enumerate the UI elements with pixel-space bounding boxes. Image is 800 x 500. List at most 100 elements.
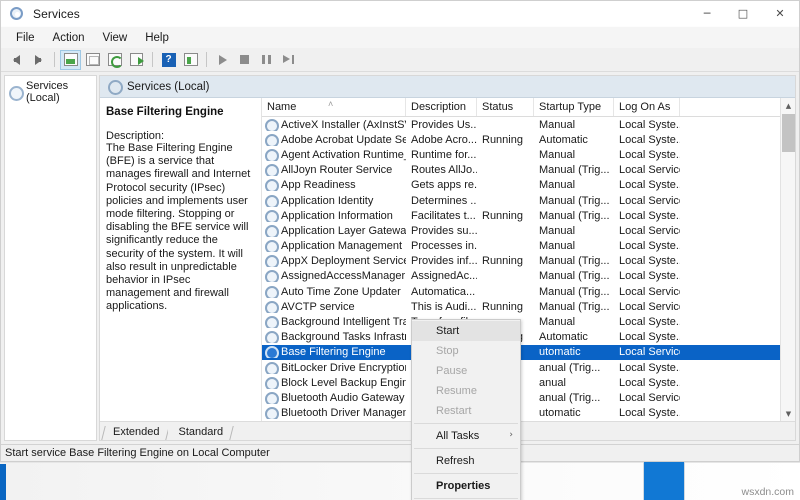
services-header-icon	[108, 80, 121, 93]
table-row[interactable]: Bluetooth Audio Gateway S...Seanual (Tri…	[262, 390, 795, 405]
context-menu-item-refresh[interactable]: Refresh	[412, 451, 520, 471]
table-row[interactable]: AVCTP serviceThis is Audi...RunningManua…	[262, 299, 795, 314]
properties-icon[interactable]	[82, 50, 103, 70]
window-body: Services (Local) Services (Local) Base F…	[1, 72, 799, 444]
menu-action[interactable]: Action	[44, 30, 94, 46]
status-bar-text: Start service Base Filtering Engine on L…	[5, 447, 270, 459]
cell-startup-type: Manual (Trig...	[534, 210, 614, 222]
service-name-label: Application Information	[281, 210, 393, 222]
taskbar-accent-bar	[0, 464, 6, 500]
tab-standard[interactable]: Standard	[168, 424, 232, 440]
cell-startup-type: utomatic	[534, 346, 614, 358]
maximize-button[interactable]: □	[725, 1, 761, 27]
table-row[interactable]: Application Layer Gateway ...Provides su…	[262, 223, 795, 238]
cell-log-on-as: Local Syste...	[614, 255, 680, 267]
context-menu-item-properties[interactable]: Properties	[412, 476, 520, 496]
watermark-text: wsxdn.com	[741, 486, 794, 498]
tab-extended[interactable]: Extended	[103, 424, 168, 440]
table-row[interactable]: App ReadinessGets apps re...ManualLocal …	[262, 178, 795, 193]
cell-log-on-as: Local Service	[614, 301, 680, 313]
table-row[interactable]: AssignedAccessManager Se...AssignedAc...…	[262, 269, 795, 284]
cell-name: Application Identity	[262, 195, 406, 207]
forward-arrow-icon[interactable]	[28, 50, 49, 70]
taskbar-active-tile[interactable]	[643, 462, 685, 500]
cell-name: Application Layer Gateway ...	[262, 225, 406, 237]
column-header-description[interactable]: Description	[406, 98, 477, 116]
table-row[interactable]: Application IdentityDetermines ... Manual…	[262, 193, 795, 208]
cell-startup-type: Manual (Trig...	[534, 255, 614, 267]
export-list-icon[interactable]	[126, 50, 147, 70]
submenu-chevron-icon: ›	[509, 430, 513, 440]
table-row[interactable]: Base Filtering EngineThutomaticLocal Ser…	[262, 345, 795, 360]
service-icon	[265, 134, 277, 146]
cell-name: BitLocker Drive Encryption ...	[262, 362, 406, 374]
context-menu-item-label: All Tasks	[436, 430, 479, 442]
service-name-label: AssignedAccessManager Se...	[281, 270, 406, 282]
services-node-icon	[9, 86, 22, 99]
cell-status: Running	[477, 210, 534, 222]
table-row[interactable]: Background Tasks Infrastruc...Windows in…	[262, 330, 795, 345]
close-button[interactable]: ✕	[761, 1, 799, 27]
context-menu-item-label: Restart	[436, 405, 471, 417]
start-service-icon[interactable]	[212, 50, 233, 70]
show-console-tree-icon[interactable]	[60, 50, 81, 70]
table-row[interactable]: Adobe Acrobat Update Serv...Adobe Acro..…	[262, 132, 795, 147]
service-icon	[265, 331, 277, 343]
service-icon	[265, 119, 277, 131]
cell-name: Block Level Backup Engine ...	[262, 377, 406, 389]
scroll-up-icon[interactable]: ▲	[781, 98, 796, 113]
table-row[interactable]: Block Level Backup Engine ...ThanualLoca…	[262, 375, 795, 390]
cell-description: Adobe Acro...	[406, 134, 477, 146]
list-vertical-scrollbar[interactable]: ▲ ▼	[780, 98, 795, 421]
cell-name: Application Information	[262, 210, 406, 222]
context-menu-item-resume: Resume	[412, 381, 520, 401]
service-icon	[265, 270, 277, 282]
service-icon	[265, 164, 277, 176]
tree-item-services-local[interactable]: Services (Local)	[5, 76, 96, 107]
scroll-thumb[interactable]	[782, 114, 795, 152]
cell-startup-type: Manual	[534, 149, 614, 161]
menu-view[interactable]: View	[94, 30, 137, 46]
stop-service-icon[interactable]	[234, 50, 255, 70]
column-header-filler	[680, 98, 795, 116]
context-menu-separator	[414, 423, 518, 424]
show-hide-action-pane-icon[interactable]	[180, 50, 201, 70]
cell-log-on-as: Local Service	[614, 346, 680, 358]
tree-item-label: Services (Local)	[26, 80, 93, 104]
context-menu-item-restart: Restart	[412, 401, 520, 421]
menu-file[interactable]: File	[7, 30, 44, 46]
table-row[interactable]: AppX Deployment Service (...Provides inf…	[262, 254, 795, 269]
table-row[interactable]: Bluetooth Driver Managem...MutomaticLoca…	[262, 406, 795, 421]
table-row[interactable]: Agent Activation Runtime_...Runtime for.…	[262, 147, 795, 162]
table-row[interactable]: Application InformationFacilitates t...R…	[262, 208, 795, 223]
menu-help[interactable]: Help	[136, 30, 178, 46]
cell-description: Runtime for...	[406, 149, 477, 161]
context-menu-item-all-tasks[interactable]: All Tasks ›	[412, 426, 520, 446]
context-menu-item-start[interactable]: Start	[412, 321, 520, 341]
cell-log-on-as: Local Service	[614, 164, 680, 176]
service-name-label: Bluetooth Audio Gateway S...	[281, 392, 406, 404]
table-row[interactable]: AllJoyn Router ServiceRoutes AllJo...Man…	[262, 163, 795, 178]
back-arrow-icon[interactable]	[6, 50, 27, 70]
column-header-startup-type[interactable]: Startup Type	[534, 98, 614, 116]
pane-header: Services (Local)	[100, 76, 795, 98]
status-bar: Start service Base Filtering Engine on L…	[1, 444, 799, 461]
scroll-down-icon[interactable]: ▼	[781, 406, 796, 421]
minimize-button[interactable]: ─	[689, 1, 725, 27]
table-row[interactable]: BitLocker Drive Encryption ...Blanual (T…	[262, 360, 795, 375]
restart-service-icon[interactable]	[278, 50, 299, 70]
table-row[interactable]: ActiveX Installer (AxInstSV)Provides Us.…	[262, 117, 795, 132]
table-row[interactable]: Background Intelligent Tran...Transfers …	[262, 314, 795, 329]
help-icon[interactable]: ?	[158, 50, 179, 70]
column-header-status[interactable]: Status	[477, 98, 534, 116]
refresh-icon[interactable]	[104, 50, 125, 70]
table-row[interactable]: Application ManagementProcesses in...Man…	[262, 239, 795, 254]
cell-description: Determines ...	[406, 195, 477, 207]
column-header-log-on-as[interactable]: Log On As	[614, 98, 680, 116]
cell-startup-type: Manual (Trig...	[534, 195, 614, 207]
column-header-name[interactable]: Name ˄	[262, 98, 406, 116]
table-row[interactable]: Auto Time Zone UpdaterAutomatica...Manua…	[262, 284, 795, 299]
cell-name: AssignedAccessManager Se...	[262, 270, 406, 282]
cell-description: Routes AllJo...	[406, 164, 477, 176]
pause-service-icon[interactable]	[256, 50, 277, 70]
